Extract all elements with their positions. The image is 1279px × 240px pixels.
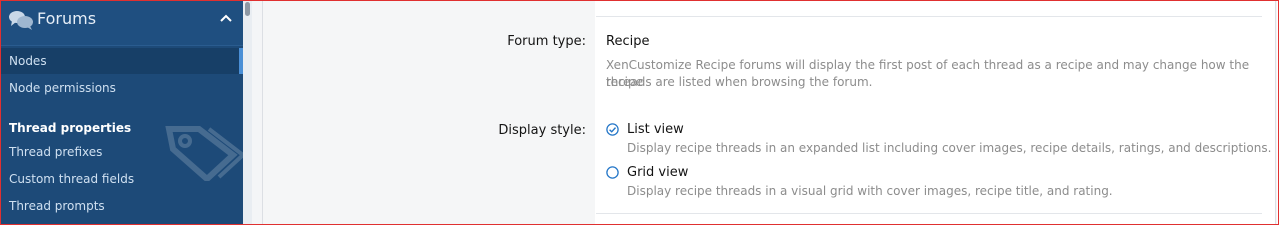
sidebar-item-thread-prompts[interactable]: Thread prompts (1, 193, 243, 219)
forum-type-value: Recipe (606, 34, 650, 49)
list-view-option-label[interactable]: List view (627, 122, 684, 137)
list-view-description: Display recipe threads in an expanded li… (627, 141, 1272, 155)
row-divider (596, 213, 1262, 214)
grid-view-radio[interactable] (606, 166, 619, 179)
display-style-label: Display style: (498, 123, 586, 138)
row-divider (596, 16, 1262, 17)
sidebar-item-thread-prefixes[interactable]: Thread prefixes (1, 139, 243, 165)
sidebar-item-node-permissions[interactable]: Node permissions (1, 75, 243, 101)
admin-sidebar: Forums Nodes Node permissions Thread pro… (1, 1, 243, 224)
sidebar-item-label: Thread prefixes (9, 145, 103, 159)
chat-bubbles-icon (9, 11, 33, 30)
sidebar-item-label: Thread prompts (9, 199, 105, 213)
list-view-radio[interactable] (606, 123, 619, 136)
sidebar-item-label: Nodes (9, 54, 47, 68)
sidebar-item-nodes[interactable]: Nodes (1, 48, 243, 74)
chevron-up-icon[interactable] (219, 11, 233, 25)
sidebar-item-label: Custom thread fields (9, 172, 135, 186)
forums-section-header[interactable]: Forums (1, 1, 243, 45)
sidebar-divider (1, 45, 243, 46)
forum-type-description-line2: threads are listed when browsing the for… (606, 75, 873, 89)
sidebar-scrollbar[interactable] (243, 1, 252, 224)
forum-type-label: Forum type: (507, 34, 586, 49)
scrollbar-thumb[interactable] (245, 2, 250, 16)
grid-view-option-label[interactable]: Grid view (627, 165, 688, 180)
sidebar-group-heading: Thread properties (9, 121, 132, 135)
forums-section-title: Forums (37, 9, 97, 28)
sidebar-item-custom-thread-fields[interactable]: Custom thread fields (1, 166, 243, 192)
sidebar-item-label: Node permissions (9, 81, 116, 95)
grid-view-description: Display recipe threads in a visual grid … (627, 184, 1113, 198)
